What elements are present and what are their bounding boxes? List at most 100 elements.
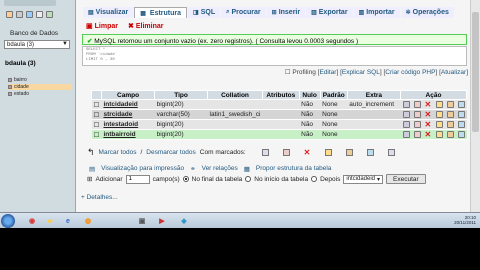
row-checkbox[interactable]: ☐ <box>91 119 102 130</box>
relations-icon: ⚭ <box>190 166 196 173</box>
header-tipo[interactable]: Tipo <box>154 90 209 100</box>
tab-limpar[interactable]: ▣ Limpar <box>83 21 121 31</box>
unique-icon[interactable] <box>446 121 454 128</box>
cell-atributos <box>262 119 300 130</box>
after-column-select[interactable]: intcidadeid ▾ <box>343 174 384 184</box>
drop-icon[interactable]: ✕ <box>425 111 432 119</box>
edit-link[interactable]: Editar <box>319 69 336 76</box>
browse-distinct-icon[interactable] <box>402 121 410 128</box>
unique-selected-icon[interactable] <box>345 149 353 156</box>
chrome-icon[interactable]: ◉ <box>24 215 40 227</box>
cell-collation <box>207 119 263 130</box>
primary-key-icon[interactable] <box>435 131 443 138</box>
app-icon[interactable]: ▣ <box>134 215 150 227</box>
table-item-cidade[interactable]: cidade <box>8 84 72 90</box>
table-item-bairro[interactable]: bairro <box>8 77 27 83</box>
reload-icon[interactable] <box>46 11 53 18</box>
folder-icon[interactable]: ▰ <box>42 215 58 227</box>
primary-key-icon[interactable] <box>435 121 443 128</box>
pencil-icon[interactable] <box>413 101 421 108</box>
index-selected-icon[interactable] <box>366 149 374 156</box>
home-icon[interactable] <box>6 11 13 18</box>
tab-importar[interactable]: ▥ Importar <box>353 7 400 18</box>
browse-distinct-icon[interactable] <box>402 101 410 108</box>
system-clock[interactable]: 20:10 20/11/2011 <box>454 215 476 225</box>
print-view-link[interactable]: Visualização para impressão <box>101 165 184 173</box>
pencil-icon[interactable] <box>413 131 421 138</box>
unique-icon[interactable] <box>446 111 454 118</box>
radio-after[interactable] <box>311 176 318 182</box>
header-atributos[interactable]: Atributos <box>261 90 300 100</box>
drop-icon[interactable]: ✕ <box>425 131 432 139</box>
header-collation[interactable]: Collation <box>207 90 263 100</box>
tab-exportar[interactable]: ▥ Exportar <box>306 7 353 18</box>
unique-icon[interactable] <box>446 131 454 138</box>
ps-icon[interactable]: ◆ <box>176 215 192 227</box>
browse-distinct-icon[interactable] <box>402 131 410 138</box>
table-icon <box>8 85 12 89</box>
drop-selected-icon[interactable]: ✕ <box>304 149 311 157</box>
vertical-scrollbar[interactable] <box>470 0 480 212</box>
mark-all-link[interactable]: Marcar todos <box>99 149 137 156</box>
explain-link[interactable]: Explicar SQL <box>342 69 380 76</box>
index-icon[interactable] <box>457 121 465 128</box>
ie-icon[interactable]: e <box>60 215 76 227</box>
index-icon[interactable] <box>457 111 465 118</box>
table-item-estado[interactable]: estado <box>8 91 29 97</box>
edit-selected-icon[interactable] <box>282 149 290 156</box>
refresh-link[interactable]: Atualizar <box>441 69 466 76</box>
propose-structure-link[interactable]: Propor estrutura da tabela <box>256 165 332 173</box>
field-count-input[interactable] <box>125 174 150 184</box>
pencil-icon[interactable] <box>413 121 421 128</box>
tab-inserir[interactable]: ⊞ Inserir <box>266 7 306 18</box>
radio-start[interactable] <box>245 176 252 182</box>
index-icon[interactable] <box>457 131 465 138</box>
primary-selected-icon[interactable] <box>324 149 332 156</box>
row-checkbox[interactable]: ☐ <box>91 129 102 140</box>
radio-end[interactable] <box>182 176 189 182</box>
screen: Banco de Dados bdaula (3) ▼ bdaula (3) b… <box>0 0 480 228</box>
unique-icon[interactable] <box>446 101 454 108</box>
relations-link[interactable]: Ver relações <box>202 165 238 173</box>
tab-eliminar[interactable]: ✖ Eliminar <box>125 21 167 31</box>
empty-icon: ▣ <box>86 23 93 30</box>
pencil-icon[interactable] <box>413 111 421 118</box>
drop-icon[interactable]: ✕ <box>425 101 432 109</box>
header-extra[interactable]: Extra <box>346 90 402 100</box>
details-toggle[interactable]: + Detalhes... <box>81 194 118 201</box>
start-button[interactable] <box>1 214 15 228</box>
header-nulo[interactable]: Nulo <box>298 90 321 100</box>
index-icon[interactable] <box>457 101 465 108</box>
docs-icon[interactable] <box>36 11 43 18</box>
profiling-checkbox[interactable]: ☐ <box>285 69 291 76</box>
fulltext-selected-icon[interactable] <box>387 149 395 156</box>
firefox-icon[interactable]: ◍ <box>80 215 96 227</box>
scrollbar-thumb[interactable] <box>472 12 479 132</box>
tab-operacoes[interactable]: ✲ Operações <box>400 7 454 18</box>
primary-key-icon[interactable] <box>435 101 443 108</box>
header-campo[interactable]: Campo <box>100 90 156 100</box>
php-code-link[interactable]: Criar código PHP <box>385 69 435 76</box>
execute-button[interactable]: Executar <box>386 174 426 184</box>
cell-extra <box>347 129 401 140</box>
row-checkbox[interactable]: ☐ <box>91 109 102 120</box>
db-heading[interactable]: bdaula (3) <box>5 60 36 67</box>
query-icon[interactable] <box>16 11 23 18</box>
primary-key-icon[interactable] <box>435 111 443 118</box>
browse-distinct-icon[interactable] <box>402 111 410 118</box>
cell-collation <box>207 129 263 140</box>
browse-selected-icon[interactable] <box>261 149 269 156</box>
tab-estrutura[interactable]: ▦ Estrutura <box>134 7 188 18</box>
tab-procurar[interactable]: ⌕ Procurar <box>221 7 266 18</box>
unmark-all-link[interactable]: Desmarcar todos <box>146 149 196 156</box>
drop-icon[interactable]: ✕ <box>425 121 432 129</box>
cell-padrao: None <box>320 109 348 120</box>
header-padrao[interactable]: Padrão <box>319 90 348 100</box>
row-checkbox[interactable]: ☐ <box>91 99 102 110</box>
cell-nulo: Não <box>299 129 321 140</box>
tab-visualizar[interactable]: ▤ Visualizar <box>83 7 134 18</box>
tab-sql[interactable]: ◨ SQL <box>188 7 221 18</box>
db-select[interactable]: bdaula (3) ▼ <box>4 40 70 49</box>
sql-icon[interactable] <box>26 11 33 18</box>
media-icon[interactable]: ▶ <box>154 215 170 227</box>
